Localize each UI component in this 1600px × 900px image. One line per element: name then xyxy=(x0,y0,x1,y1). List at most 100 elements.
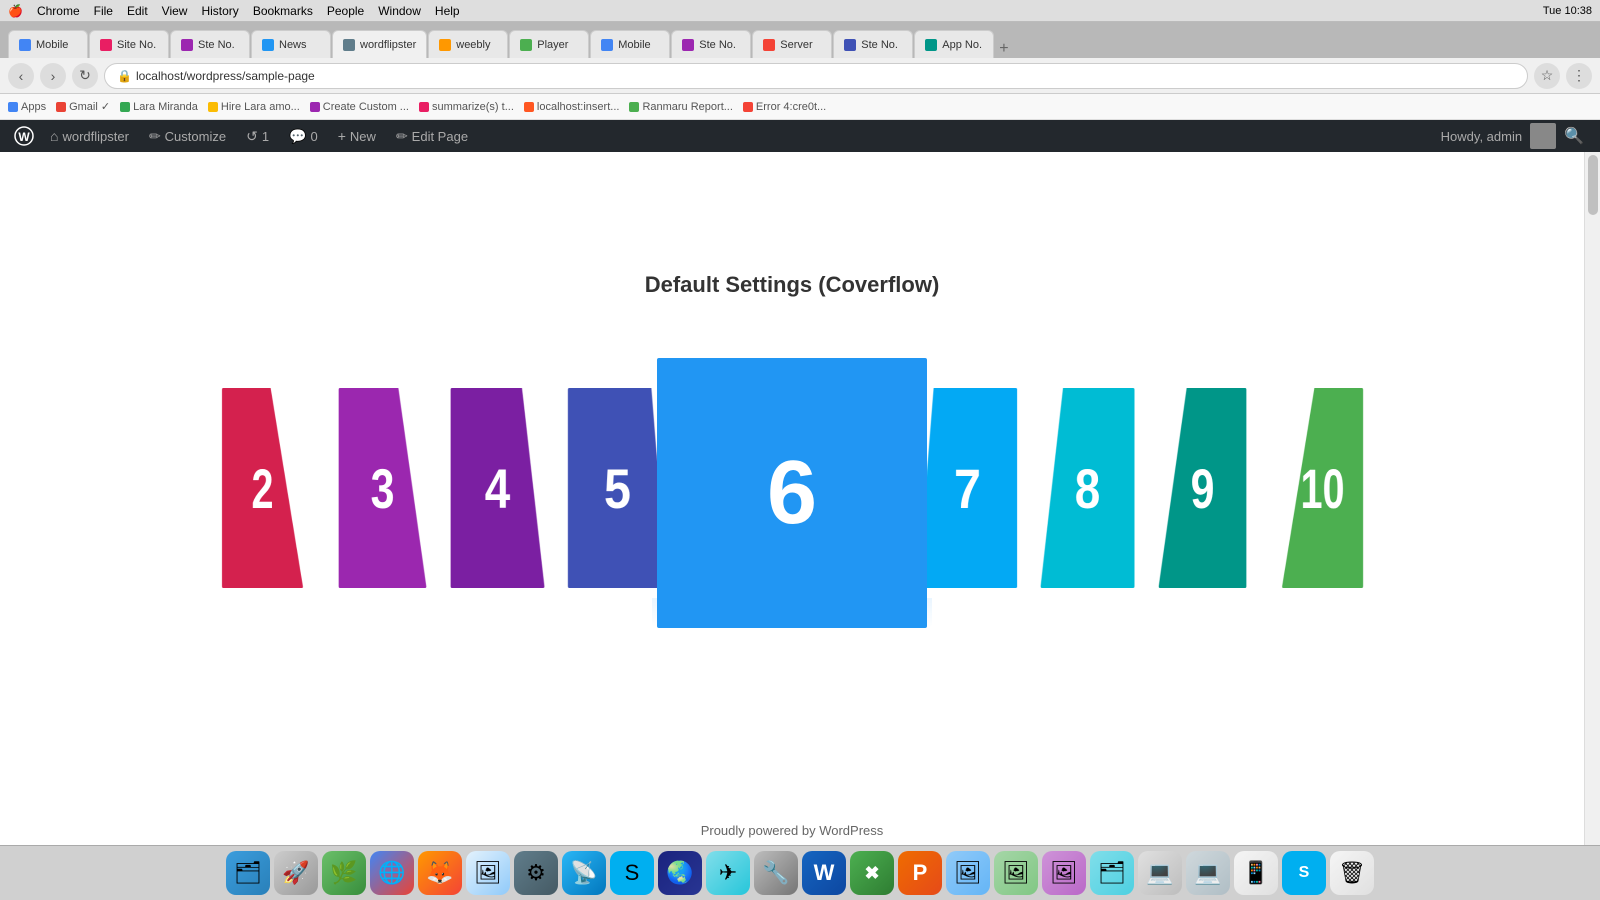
customize-item[interactable]: ✏ Customize xyxy=(139,120,236,152)
forward-button[interactable]: › xyxy=(40,63,66,89)
edit-page-item[interactable]: ✏ Edit Page xyxy=(386,120,478,152)
site-name-item[interactable]: ⌂ wordflipster xyxy=(40,120,139,152)
bookmark-ranmaru[interactable]: Ranmaru Report... xyxy=(629,101,732,113)
browser-tab[interactable]: Mobile xyxy=(590,30,670,58)
user-avatar[interactable] xyxy=(1530,123,1556,149)
address-bar[interactable]: 🔒 localhost/wordpress/sample-page xyxy=(104,63,1528,89)
dock-folder3[interactable]: 🖼 xyxy=(1042,851,1086,895)
edit-icon: ✏ xyxy=(396,128,408,145)
comments-icon: 💬 xyxy=(289,128,306,145)
menu-chrome[interactable]: Chrome xyxy=(37,4,80,18)
page-title: Default Settings (Coverflow) xyxy=(645,272,940,298)
dock-word[interactable]: W xyxy=(802,851,846,895)
browser-tab[interactable]: weebly xyxy=(428,30,508,58)
menu-history[interactable]: History xyxy=(201,4,238,18)
browser-tab[interactable]: Server xyxy=(752,30,832,58)
search-icon[interactable]: 🔍 xyxy=(1564,126,1584,146)
dock-excel[interactable]: ✖ xyxy=(850,851,894,895)
browser-tab[interactable]: App No. xyxy=(914,30,994,58)
menu-button[interactable]: ⋮ xyxy=(1566,63,1592,89)
browser-tab[interactable]: Mobile xyxy=(8,30,88,58)
cover-item-3[interactable]: 3 xyxy=(338,388,426,588)
new-item[interactable]: + New xyxy=(328,120,386,152)
scrollbar[interactable] xyxy=(1584,152,1600,845)
bookmark-create[interactable]: Create Custom ... xyxy=(310,101,409,113)
apple-menu[interactable]: 🍎 xyxy=(8,4,23,18)
mac-dock: 🗂 🚀 🌿 🌐 🦊 🖼 ⚙ 📡 S 🌏 ✈ 🔧 W ✖ P 🖼 🖼 🖼 🗂 💻 … xyxy=(0,845,1600,900)
menu-help[interactable]: Help xyxy=(435,4,460,18)
dock-mailtransfer[interactable]: ✈ xyxy=(706,851,750,895)
menu-window[interactable]: Window xyxy=(378,4,421,18)
bookmark-gmail[interactable]: Gmail ✓ xyxy=(56,100,110,113)
bookmark-button[interactable]: ☆ xyxy=(1534,63,1560,89)
dock-launchpad[interactable]: 🚀 xyxy=(274,851,318,895)
lock-icon: 🔒 xyxy=(117,69,132,83)
mac-menubar: 🍎 Chrome File Edit View History Bookmark… xyxy=(0,0,1600,22)
dock-iphone[interactable]: 📱 xyxy=(1234,851,1278,895)
menu-view[interactable]: View xyxy=(162,4,188,18)
cover-item-5[interactable]: 5 xyxy=(567,388,667,588)
main-content: Default Settings (Coverflow) 2345678910 xyxy=(0,152,1584,845)
cover-item-9[interactable]: 9 xyxy=(1158,388,1246,588)
updates-icon: ↺ xyxy=(246,128,258,145)
bookmark-summarize[interactable]: summarize(s) t... xyxy=(419,101,514,113)
browser-tab[interactable]: Site No. xyxy=(89,30,169,58)
cover-item-10[interactable]: 10 xyxy=(1281,388,1362,588)
cover-item-7[interactable]: 7 xyxy=(917,388,1017,588)
dock-config[interactable]: 🔧 xyxy=(754,851,798,895)
new-tab-button[interactable]: + xyxy=(999,40,1008,58)
dock-ethereum[interactable]: 🌏 xyxy=(658,851,702,895)
updates-item[interactable]: ↺ 1 xyxy=(236,120,279,152)
clock: Tue 10:38 xyxy=(1543,5,1592,17)
footer-text: Proudly powered by WordPress xyxy=(701,823,884,838)
browser-tab-active[interactable]: wordflipster xyxy=(332,30,427,58)
cover-item-4[interactable]: 4 xyxy=(450,388,544,588)
dock-powerpoint[interactable]: P xyxy=(898,851,942,895)
reload-button[interactable]: ↻ xyxy=(72,63,98,89)
new-icon: + xyxy=(338,128,346,144)
dock-folder1[interactable]: 🖼 xyxy=(946,851,990,895)
browser-tab-bar: Mobile Site No. Ste No. News wordflipste… xyxy=(0,22,1600,58)
cover-item-8[interactable]: 8 xyxy=(1040,388,1134,588)
menu-bookmarks[interactable]: Bookmarks xyxy=(253,4,313,18)
dock-limechat[interactable]: 🌿 xyxy=(322,851,366,895)
browser-tab[interactable]: News xyxy=(251,30,331,58)
bookmark-error[interactable]: Error 4:cre0t... xyxy=(743,101,826,113)
url-text: localhost/wordpress/sample-page xyxy=(136,69,315,83)
bookmark-hire[interactable]: Hire Lara amo... xyxy=(208,101,300,113)
browser-toolbar: ‹ › ↻ 🔒 localhost/wordpress/sample-page … xyxy=(0,58,1600,94)
browser-tab[interactable]: Ste No. xyxy=(671,30,751,58)
dock-systemprefs[interactable]: ⚙ xyxy=(514,851,558,895)
scrollbar-thumb[interactable] xyxy=(1588,155,1598,215)
dock-imac[interactable]: 💻 xyxy=(1138,851,1182,895)
menu-people[interactable]: People xyxy=(327,4,364,18)
customize-label: Customize xyxy=(165,129,226,144)
dock-trash[interactable]: 🗑 xyxy=(1330,851,1374,895)
browser-tab[interactable]: Ste No. xyxy=(170,30,250,58)
dock-airport[interactable]: 📡 xyxy=(562,851,606,895)
dock-macbook[interactable]: 💻 xyxy=(1186,851,1230,895)
dock-skype2[interactable]: S xyxy=(1282,851,1326,895)
cover-item-6[interactable]: 6 xyxy=(657,358,927,628)
browser-tab[interactable]: Ste No. xyxy=(833,30,913,58)
bookmark-apps[interactable]: Apps xyxy=(8,101,46,113)
dock-firefox[interactable]: 🦊 xyxy=(418,851,462,895)
comments-item[interactable]: 💬 0 xyxy=(279,120,328,152)
menu-file[interactable]: File xyxy=(94,4,113,18)
dock-folder4[interactable]: 🗂 xyxy=(1090,851,1134,895)
svg-text:W: W xyxy=(18,130,30,144)
browser-tab[interactable]: Player xyxy=(509,30,589,58)
dock-folder2[interactable]: 🖼 xyxy=(994,851,1038,895)
dock-skype[interactable]: S xyxy=(610,851,654,895)
wp-logo[interactable]: W xyxy=(8,120,40,152)
back-button[interactable]: ‹ xyxy=(8,63,34,89)
coverflow-container[interactable]: 2345678910 xyxy=(0,318,1584,618)
dock-finder[interactable]: 🗂 xyxy=(226,851,270,895)
bookmark-lara[interactable]: Lara Miranda xyxy=(120,101,198,113)
bookmark-localhost[interactable]: localhost:insert... xyxy=(524,101,620,113)
cover-item-2[interactable]: 2 xyxy=(221,388,302,588)
menu-edit[interactable]: Edit xyxy=(127,4,148,18)
dock-chrome[interactable]: 🌐 xyxy=(370,851,414,895)
dock-preview[interactable]: 🖼 xyxy=(466,851,510,895)
coverflow-wrapper: 2345678910 xyxy=(0,338,1584,598)
